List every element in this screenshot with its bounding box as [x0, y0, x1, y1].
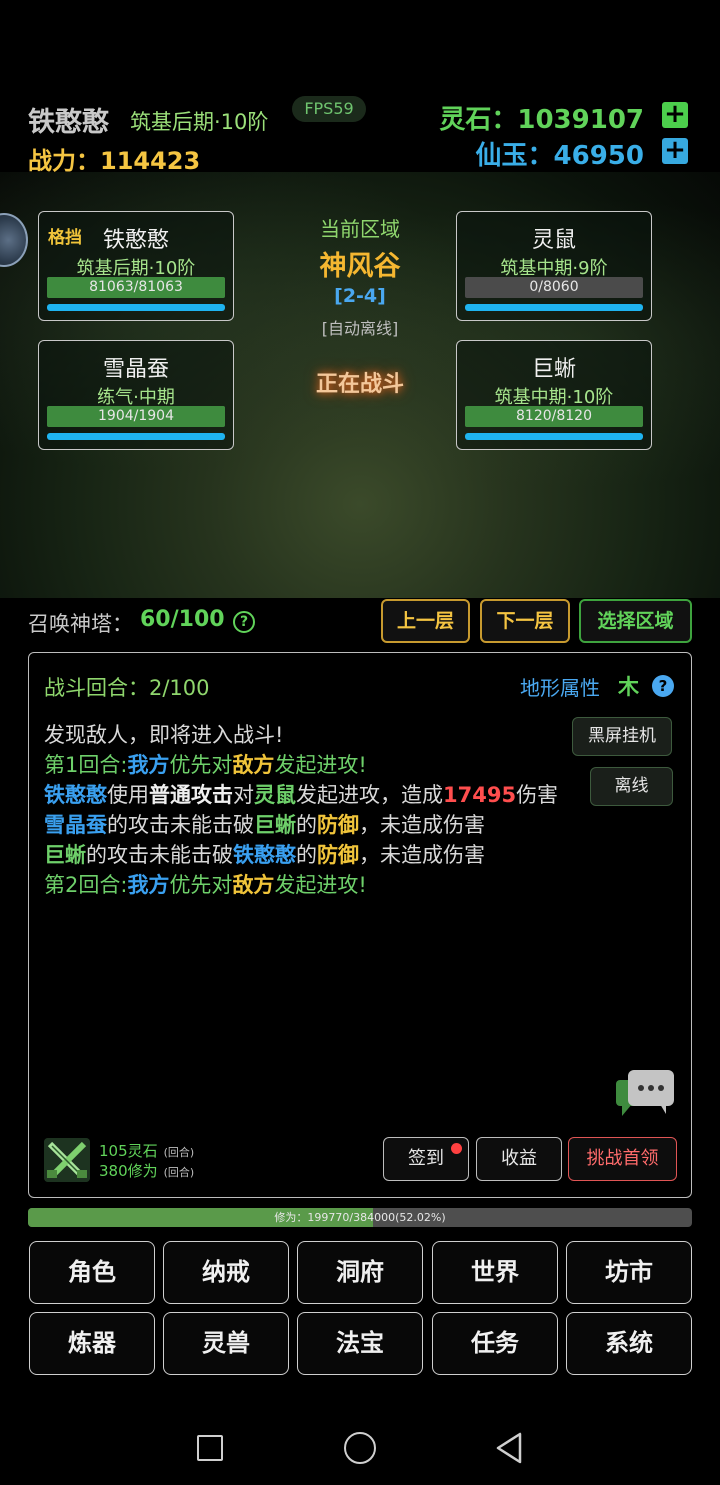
terrain-help-icon[interactable]: ? — [652, 675, 674, 697]
reward-spirit-stones: 105灵石 (回合) — [99, 1142, 195, 1160]
player-name: 铁憨憨 — [28, 107, 109, 138]
mana-bar — [465, 304, 643, 311]
tower-progress: 60/100 — [140, 607, 225, 632]
combat-power: 战力：114423 — [28, 147, 201, 175]
cultivation-progress-bar: 修为：199770/384000(52.02%) — [28, 1208, 692, 1227]
unit-name: 铁憨憨 — [102, 228, 169, 253]
menu-refining-button[interactable]: 炼器 — [29, 1312, 155, 1375]
crossed-swords-icon — [44, 1138, 90, 1182]
mana-bar — [465, 433, 643, 440]
hp-text: 8120/8120 — [516, 408, 592, 424]
home-icon[interactable] — [344, 1432, 376, 1464]
log-line: 发现敌人，即将进入战斗! — [44, 723, 284, 747]
hp-text: 1904/1904 — [98, 408, 174, 424]
unit-name: 雪晶蚕 — [102, 357, 169, 382]
log-line: 巨蜥的攻击未能击破铁憨憨的防御，未造成伤害 — [44, 843, 485, 867]
log-line: 第2回合:我方优先对敌方发起进攻! — [44, 873, 367, 897]
jade-balance: 仙玉：46950 — [475, 141, 644, 171]
battle-status: 正在战斗 — [315, 372, 404, 397]
log-line: 第1回合:我方优先对敌方发起进攻! — [44, 753, 367, 777]
log-line: 铁憨憨使用普通攻击对灵鼠发起进攻，造成17495伤害 — [44, 783, 559, 807]
cultivation-text: 修为：199770/384000(52.02%) — [274, 1211, 446, 1224]
income-button[interactable]: 收益 — [476, 1137, 562, 1181]
zone-name: 神风谷 — [319, 251, 401, 282]
prev-floor-button[interactable]: 上一层 — [381, 599, 470, 643]
hp-text: 81063/81063 — [89, 279, 183, 295]
menu-system-button[interactable]: 系统 — [566, 1312, 692, 1375]
player-realm: 筑基后期·10阶 — [130, 110, 269, 134]
enemy-card-1[interactable]: 灵鼠 筑基中期·9阶 0/8060 — [456, 211, 652, 321]
enemy-card-2[interactable]: 巨蜥 筑基中期·10阶 8120/8120 — [456, 340, 652, 450]
add-jade-button[interactable]: + — [662, 137, 688, 164]
hp-bar: 0/8060 — [465, 277, 643, 298]
offline-button[interactable]: 离线 — [590, 767, 673, 806]
challenge-boss-button[interactable]: 挑战首领 — [568, 1137, 677, 1181]
select-zone-button[interactable]: 选择区域 — [579, 599, 692, 643]
terrain-label: 地形属性 — [520, 676, 600, 700]
black-screen-idle-button[interactable]: 黑屏挂机 — [572, 717, 672, 756]
zone-stage: [2-4] — [334, 285, 386, 307]
menu-market-button[interactable]: 坊市 — [566, 1241, 692, 1304]
hp-bar: 81063/81063 — [47, 277, 225, 298]
reward-cultivation: 380修为 (回合) — [99, 1162, 195, 1180]
fps-badge: FPS59 — [292, 96, 366, 122]
ally-card-1[interactable]: 格挡 铁憨憨 筑基后期·10阶 81063/81063 — [38, 211, 234, 321]
menu-storage-ring-button[interactable]: 纳戒 — [163, 1241, 289, 1304]
next-floor-button[interactable]: 下一层 — [480, 599, 570, 643]
terrain-value: 木 — [618, 675, 639, 699]
menu-treasure-button[interactable]: 法宝 — [297, 1312, 423, 1375]
log-line: 雪晶蚕的攻击未能击破巨蜥的防御，未造成伤害 — [44, 813, 485, 837]
ally-card-2[interactable]: 雪晶蚕 练气·中期 1904/1904 — [38, 340, 234, 450]
add-spirit-stone-button[interactable]: + — [662, 101, 688, 128]
zone-label: 当前区域 — [320, 217, 400, 241]
hp-bar: 1904/1904 — [47, 406, 225, 427]
hp-text: 0/8060 — [529, 279, 579, 295]
menu-quest-button[interactable]: 任务 — [432, 1312, 558, 1375]
mana-bar — [47, 304, 225, 311]
zone-mode: [自动离线] — [321, 319, 399, 338]
menu-character-button[interactable]: 角色 — [29, 1241, 155, 1304]
unit-name: 巨蜥 — [531, 357, 576, 382]
hp-bar: 8120/8120 — [465, 406, 643, 427]
menu-world-button[interactable]: 世界 — [432, 1241, 558, 1304]
spirit-stone-balance: 灵石：1039107 — [439, 105, 644, 135]
round-counter: 战斗回合：2/100 — [44, 676, 210, 700]
back-icon[interactable] — [494, 1432, 524, 1464]
mana-bar — [47, 433, 225, 440]
unit-name: 灵鼠 — [531, 228, 576, 253]
menu-cave-button[interactable]: 洞府 — [297, 1241, 423, 1304]
chat-bubble-icon[interactable] — [614, 1068, 676, 1118]
notification-dot — [451, 1143, 462, 1154]
tower-help-icon[interactable]: ? — [233, 611, 255, 633]
tower-label: 召唤神塔： — [28, 612, 133, 636]
menu-spirit-beast-button[interactable]: 灵兽 — [163, 1312, 289, 1375]
recent-apps-icon[interactable] — [197, 1435, 223, 1461]
